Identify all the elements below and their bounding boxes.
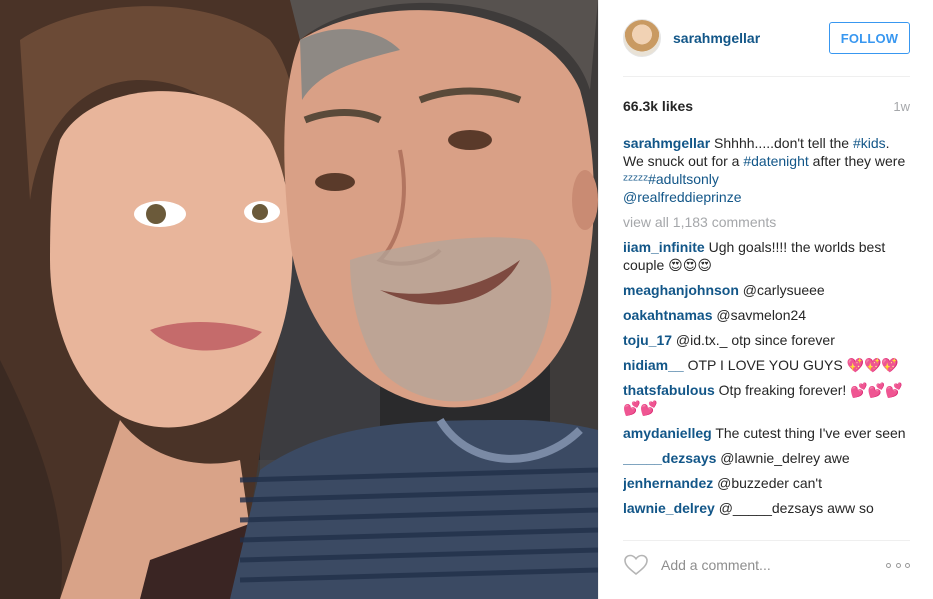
footer-divider: [623, 540, 910, 541]
view-all-comments-link[interactable]: view all 1,183 comments: [623, 213, 910, 231]
more-options-icon[interactable]: [886, 560, 910, 570]
more-options-dot: [886, 562, 891, 568]
more-options-dot: [905, 562, 910, 568]
caption-text-1: Shhhh.....don't tell the: [710, 135, 853, 151]
comment-item: thatsfabulous Otp freaking forever! 💕💕💕💕…: [623, 381, 910, 417]
hashtag-kids[interactable]: #kids: [853, 135, 886, 151]
comment-username[interactable]: nidiam__: [623, 357, 684, 373]
photo-illustration: [0, 0, 598, 599]
post-photo[interactable]: [0, 0, 598, 599]
comment-item: iiam_infinite Ugh goals!!!! the worlds b…: [623, 238, 910, 274]
comment-username[interactable]: _____dezsays: [623, 450, 716, 466]
comment-footer: [623, 550, 910, 580]
comment-username[interactable]: iiam_infinite: [623, 239, 705, 255]
follow-button[interactable]: FOLLOW: [829, 22, 910, 54]
hashtag-adultsonly[interactable]: #adultsonly: [648, 171, 719, 187]
comment-text: @lawnie_delrey awe: [716, 450, 850, 466]
likes-count[interactable]: 66.3k likes: [623, 98, 693, 114]
add-comment-input[interactable]: [661, 553, 886, 577]
post-username[interactable]: sarahmgellar: [673, 30, 829, 46]
more-options-dot: [895, 562, 901, 568]
comment-item: nidiam__ OTP I LOVE YOU GUYS 💖💖💖: [623, 356, 910, 374]
comment-item: lawnie_delrey @_____dezsays aww so: [623, 499, 910, 517]
comment-item: _____dezsays @lawnie_delrey awe: [623, 449, 910, 467]
comment-username[interactable]: meaghanjohnson: [623, 282, 739, 298]
avatar[interactable]: [623, 19, 661, 57]
post-age[interactable]: 1w: [893, 99, 910, 114]
heart-icon[interactable]: [623, 552, 649, 578]
comment-username[interactable]: toju_17: [623, 332, 672, 348]
comment-text: The cutest thing I've ever seen: [711, 425, 906, 441]
comment-text: @_____dezsays aww so: [714, 500, 874, 516]
comment-text: OTP I LOVE YOU GUYS 💖💖💖: [683, 357, 899, 373]
post-header: sarahmgellar FOLLOW: [623, 16, 910, 60]
header-divider: [623, 76, 910, 77]
caption-username[interactable]: sarahmgellar: [623, 135, 710, 151]
caption: sarahmgellar Shhhh.....don't tell the #k…: [623, 134, 910, 206]
post-side-panel: sarahmgellar FOLLOW 66.3k likes 1w sarah…: [598, 0, 933, 599]
comment-username[interactable]: amydanielleg: [623, 425, 712, 441]
caption-zzz: ᶻᶻᶻᶻᶻ: [623, 171, 649, 187]
comment-item: amydanielleg The cutest thing I've ever …: [623, 424, 910, 442]
comment-item: jenhernandez @buzzeder can't: [623, 474, 910, 492]
post-stats: 66.3k likes 1w: [623, 96, 910, 116]
mention-realfreddieprinze[interactable]: @realfreddieprinze: [623, 189, 742, 205]
comment-username[interactable]: jenhernandez: [623, 475, 713, 491]
comment-item: toju_17 @id.tx._ otp since forever: [623, 331, 910, 349]
comment-text: @buzzeder can't: [713, 475, 822, 491]
comment-item: meaghanjohnson @carlysueee: [623, 281, 910, 299]
comment-text: @savmelon24: [712, 307, 807, 323]
comments-list[interactable]: sarahmgellar Shhhh.....don't tell the #k…: [623, 134, 910, 530]
comment-username[interactable]: oakahtnamas: [623, 307, 712, 323]
hashtag-datenight[interactable]: #datenight: [743, 153, 808, 169]
comment-username[interactable]: lawnie_delrey: [623, 500, 715, 516]
comment-text: @carlysueee: [738, 282, 825, 298]
comment-item: oakahtnamas @savmelon24: [623, 306, 910, 324]
caption-text-3: after they were: [808, 153, 906, 169]
comment-text: @id.tx._ otp since forever: [672, 332, 835, 348]
comment-username[interactable]: thatsfabulous: [623, 382, 715, 398]
